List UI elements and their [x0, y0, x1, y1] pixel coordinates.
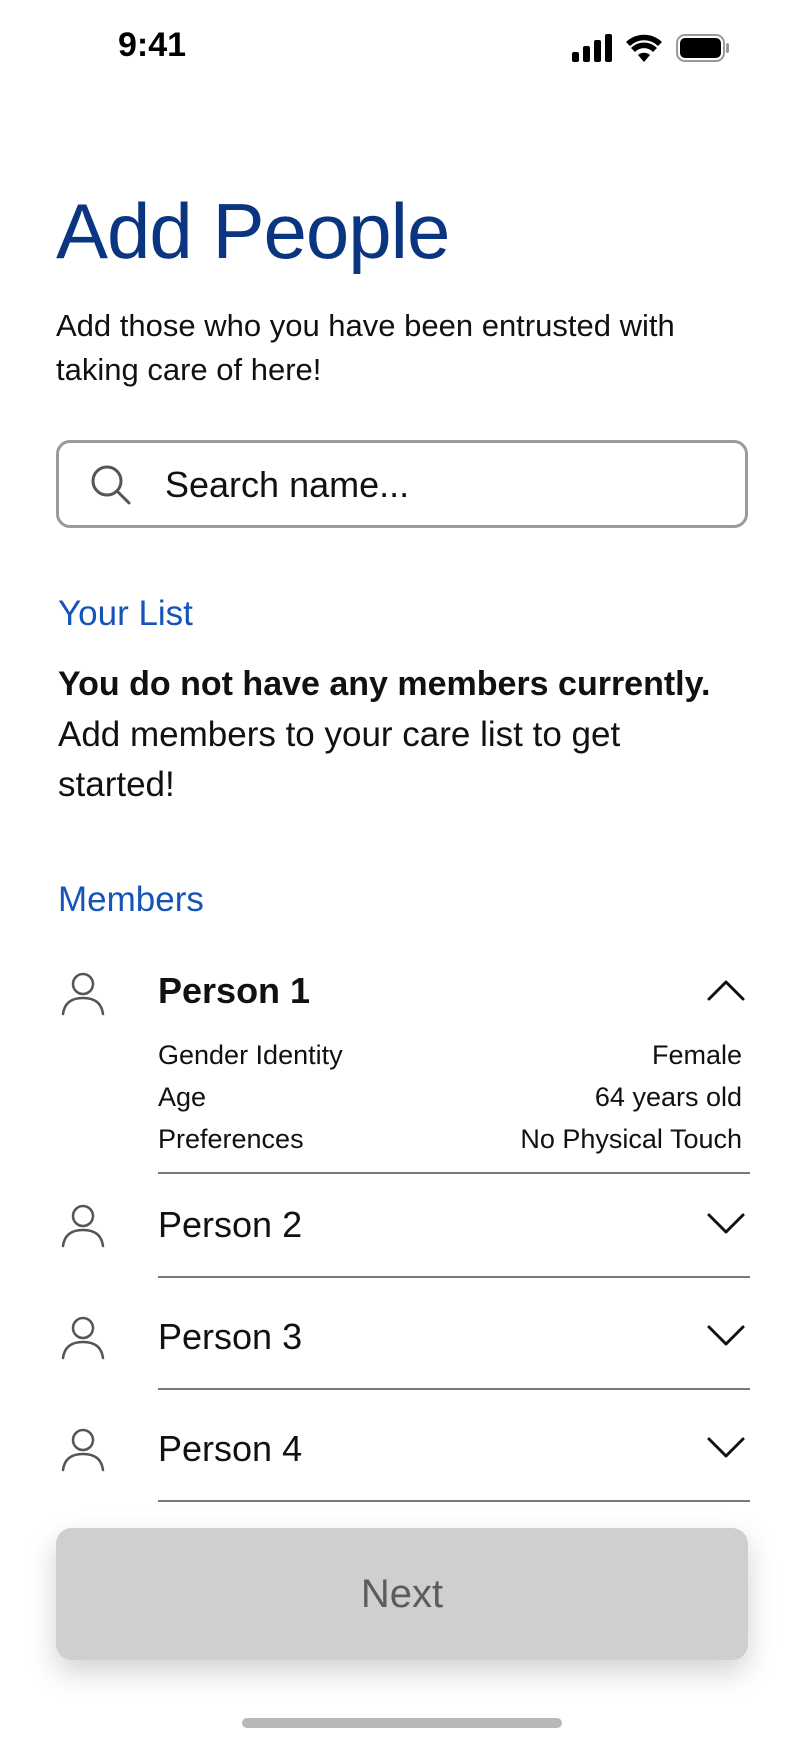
- chevron-down-icon[interactable]: [706, 1324, 746, 1348]
- empty-state-text: Add members to your care list to get sta…: [58, 715, 621, 804]
- member-item-person-3[interactable]: Person 3: [0, 1308, 804, 1390]
- chevron-down-icon[interactable]: [706, 1436, 746, 1460]
- chevron-up-icon[interactable]: [706, 978, 746, 1002]
- divider: [158, 1500, 750, 1502]
- person-icon: [61, 1204, 105, 1248]
- search-icon: [91, 465, 131, 505]
- member-item-person-2[interactable]: Person 2: [0, 1196, 804, 1278]
- battery-icon: [676, 34, 729, 62]
- detail-label: Age: [158, 1082, 207, 1112]
- detail-value: Female: [651, 1040, 742, 1070]
- person-icon: [61, 1428, 105, 1472]
- member-name: Person 1: [158, 970, 311, 1011]
- page-subtitle: Add those who you have been entrusted wi…: [56, 308, 675, 387]
- members-heading: Members: [58, 880, 204, 919]
- status-icons: [572, 30, 730, 66]
- search-box[interactable]: [56, 440, 748, 528]
- detail-value: No Physical Touch: [520, 1124, 742, 1154]
- person-icon: [61, 1316, 105, 1360]
- status-time: 9:41: [118, 26, 187, 64]
- chevron-down-icon[interactable]: [706, 1212, 746, 1236]
- your-list-heading: Your List: [58, 594, 193, 633]
- next-button[interactable]: Next: [56, 1528, 748, 1660]
- member-item-person-4[interactable]: Person 4: [0, 1420, 804, 1502]
- member-name: Person 4: [158, 1428, 303, 1469]
- divider: [158, 1172, 750, 1174]
- empty-state-title: You do not have any members currently.: [58, 665, 711, 703]
- search-input[interactable]: [165, 457, 725, 513]
- person-icon: [61, 972, 105, 1016]
- signal-icon: [572, 34, 612, 62]
- divider: [158, 1388, 750, 1390]
- member-name: Person 2: [158, 1204, 303, 1245]
- divider: [158, 1276, 750, 1278]
- wifi-icon: [626, 34, 662, 62]
- detail-value: 64 years old: [594, 1082, 742, 1112]
- home-indicator: [242, 1718, 562, 1728]
- detail-label: Gender Identity: [158, 1040, 343, 1070]
- detail-label: Preferences: [158, 1124, 304, 1154]
- add-people-screen: 9:41 Add People Add those who you have b…: [0, 0, 804, 1752]
- member-item-person-1[interactable]: Person 1 Gender Identity Female Age 64 y…: [0, 960, 804, 1174]
- member-name: Person 3: [158, 1316, 303, 1357]
- status-bar: 9:41: [0, 0, 804, 96]
- page-title: Add People: [56, 187, 450, 275]
